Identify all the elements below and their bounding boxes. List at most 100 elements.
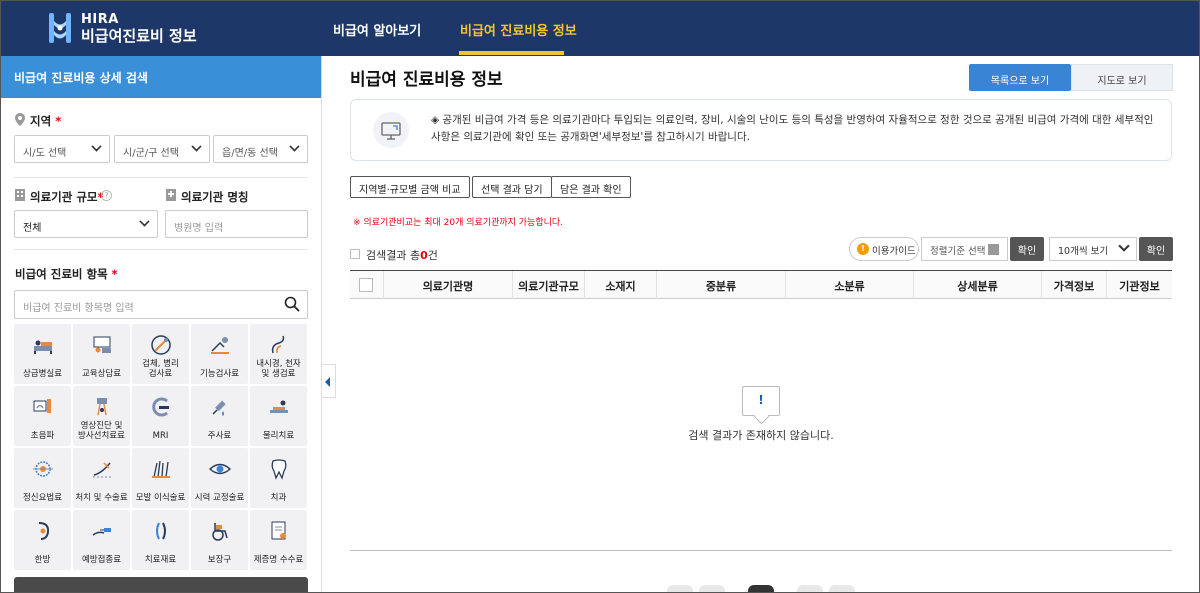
treatment-material-icon — [156, 522, 166, 540]
items-label: 비급여 진료비 항목 * — [15, 266, 118, 282]
oriental-medicine-icon — [38, 522, 50, 540]
result-suffix: 건 — [427, 249, 438, 262]
region-label: 지역 * — [30, 113, 61, 129]
item-search-input[interactable]: 비급여 진료비 항목명 입력 — [14, 290, 308, 319]
view-saved-button[interactable]: 담은 결과 확인 — [551, 176, 631, 198]
search-submit-button[interactable] — [14, 577, 308, 592]
physical-therapy-icon — [270, 400, 288, 413]
tile-label: 검체, 병리 검사료 — [142, 359, 179, 379]
map-view-button[interactable]: 지도로 보기 — [1071, 64, 1173, 91]
tile-assistive-device[interactable]: 보장구 — [191, 510, 248, 570]
town-select[interactable]: 읍/면/동 선택 — [213, 135, 308, 163]
site-logo[interactable]: HIRA 비급여진료비 정보 — [47, 9, 197, 47]
sort-select[interactable]: 정렬기준 선택 — [921, 237, 1008, 261]
col-hospital-scale: 의료기관규모 — [512, 271, 584, 299]
tile-oriental[interactable]: 한방 — [14, 510, 71, 570]
chevron-down-icon — [1118, 240, 1130, 252]
tile-ultrasound[interactable]: 초음파 — [14, 386, 71, 446]
save-selection-button[interactable]: 선택 결과 담기 — [472, 176, 552, 198]
per-page-select[interactable]: 10개씩 보기 — [1049, 237, 1137, 261]
hospital-bed-icon — [34, 340, 52, 354]
specimen-test-icon — [151, 335, 171, 355]
nav-non-covered-guide[interactable]: 비급여 알아보기 — [333, 20, 421, 39]
tile-certificate-fee[interactable]: 제증명 수수료 — [250, 510, 307, 570]
sort-select-label: 정렬기준 선택 — [930, 246, 986, 257]
list-view-button[interactable]: 목록으로 보기 — [969, 64, 1071, 91]
tile-surgery[interactable]: 처치 및 수술료 — [73, 448, 130, 508]
notice-text: ◈ 공개된 비급여 가격 등은 의료기관마다 투입되는 의료인력, 장비, 시술… — [431, 114, 1154, 143]
usage-guide-button[interactable]: ! 이용가이드 — [849, 237, 919, 261]
col-hospital-name: 의료기관명 — [383, 271, 512, 299]
help-icon[interactable]: ? — [101, 190, 112, 201]
ultrasound-icon — [33, 399, 51, 413]
tile-label: 기능검사료 — [199, 369, 240, 379]
pagination-current-page[interactable] — [748, 585, 774, 592]
tile-vaccination[interactable]: 예방접종료 — [73, 510, 130, 570]
function-test-icon — [211, 337, 229, 354]
alert-bubble-icon: ! — [742, 386, 780, 416]
psychotherapy-icon — [33, 461, 53, 477]
notice-monitor-icon — [373, 112, 409, 148]
pagination-last[interactable] — [829, 585, 855, 592]
tile-mri[interactable]: MRI — [132, 386, 189, 446]
tile-specimen[interactable]: 검체, 병리 검사료 — [132, 324, 189, 384]
empty-results: ! 검색 결과가 존재하지 않습니다. — [350, 386, 1172, 443]
hair-transplant-icon — [152, 460, 170, 478]
tile-label: 주사료 — [207, 431, 232, 441]
item-search-placeholder: 비급여 진료비 항목명 입력 — [23, 303, 134, 314]
vaccination-icon — [92, 528, 111, 536]
page-title: 비급여 진료비용 정보 — [350, 70, 503, 90]
tile-vision-correction[interactable]: 시력 교정술료 — [191, 448, 248, 508]
chevron-down-icon — [139, 216, 150, 227]
tile-radiology[interactable]: 영상진단 및 방사선치료료 — [73, 386, 130, 446]
tile-injection[interactable]: 주사료 — [191, 386, 248, 446]
search-sidebar: 비급여 진료비용 상세 검색 지역 * 시/도 선택 시/군/구 선택 읍/면/… — [1, 56, 322, 592]
divider — [14, 177, 308, 178]
scale-select[interactable]: 전체 — [14, 210, 158, 238]
compare-by-region-button[interactable]: 지역별·규모별 금액 비교 — [350, 176, 470, 198]
select-all-checkbox[interactable] — [359, 278, 373, 292]
required-mark: * — [55, 114, 62, 128]
building-icon — [15, 189, 25, 201]
tile-hair-transplant[interactable]: 모발 이식술료 — [132, 448, 189, 508]
tile-label: 초음파 — [30, 431, 55, 441]
per-page-confirm-button[interactable]: 확인 — [1139, 237, 1173, 261]
col-sub-category: 소분류 — [785, 271, 913, 299]
col-price-info: 가격정보 — [1041, 271, 1106, 299]
app-window: HIRA 비급여진료비 정보 비급여 알아보기 비급여 진료비용 정보 비급여 … — [0, 0, 1200, 593]
region-label-text: 지역 — [30, 114, 52, 128]
tile-label: 영상진단 및 방사선치료료 — [78, 421, 125, 441]
compare-limit-warning: ※ 의료기관비교는 최대 20개 의료기관까지 가능합니다. — [353, 218, 564, 228]
logo-line2: 비급여진료비 정보 — [81, 27, 197, 45]
tile-label: 치과 — [270, 493, 287, 503]
sidebar-collapse-toggle[interactable] — [322, 364, 336, 398]
city-select[interactable]: 시/군/구 선택 — [114, 135, 210, 163]
province-select-value: 시/도 선택 — [23, 148, 67, 159]
tile-endoscope[interactable]: 내시경, 천자 및 생검료 — [250, 324, 307, 384]
search-icon[interactable] — [284, 296, 300, 312]
sort-confirm-button[interactable]: 확인 — [1010, 237, 1044, 261]
tile-psychotherapy[interactable]: 정신요법료 — [14, 448, 71, 508]
pagination-next[interactable] — [797, 585, 823, 592]
col-mid-category: 중분류 — [656, 271, 785, 299]
tile-function-test[interactable]: 기능검사료 — [191, 324, 248, 384]
usage-guide-label: 이용가이드 — [872, 246, 916, 257]
logo-line1: HIRA — [81, 12, 119, 27]
hospital-name-input[interactable]: 병원명 입력 — [165, 210, 308, 238]
tile-label: 치료재료 — [144, 555, 177, 565]
tile-treatment-material[interactable]: 치료재료 — [132, 510, 189, 570]
tile-dental[interactable]: 치과 — [250, 448, 307, 508]
tile-consultation[interactable]: 교육상담료 — [73, 324, 130, 384]
pagination-first[interactable] — [667, 585, 693, 592]
info-icon: ! — [857, 243, 869, 255]
result-count-number: 0 — [420, 249, 428, 262]
syringe-icon — [212, 400, 226, 416]
tile-label: 제증명 수수료 — [253, 555, 304, 565]
tile-room-fee[interactable]: 상급병실료 — [14, 324, 71, 384]
province-select[interactable]: 시/도 선택 — [14, 135, 110, 163]
tile-label: MRI — [152, 431, 169, 441]
tile-physical-therapy[interactable]: 물리치료 — [250, 386, 307, 446]
consultation-icon — [93, 336, 111, 353]
pagination-prev[interactable] — [699, 585, 725, 592]
nav-non-covered-cost-info[interactable]: 비급여 진료비용 정보 — [460, 20, 577, 39]
